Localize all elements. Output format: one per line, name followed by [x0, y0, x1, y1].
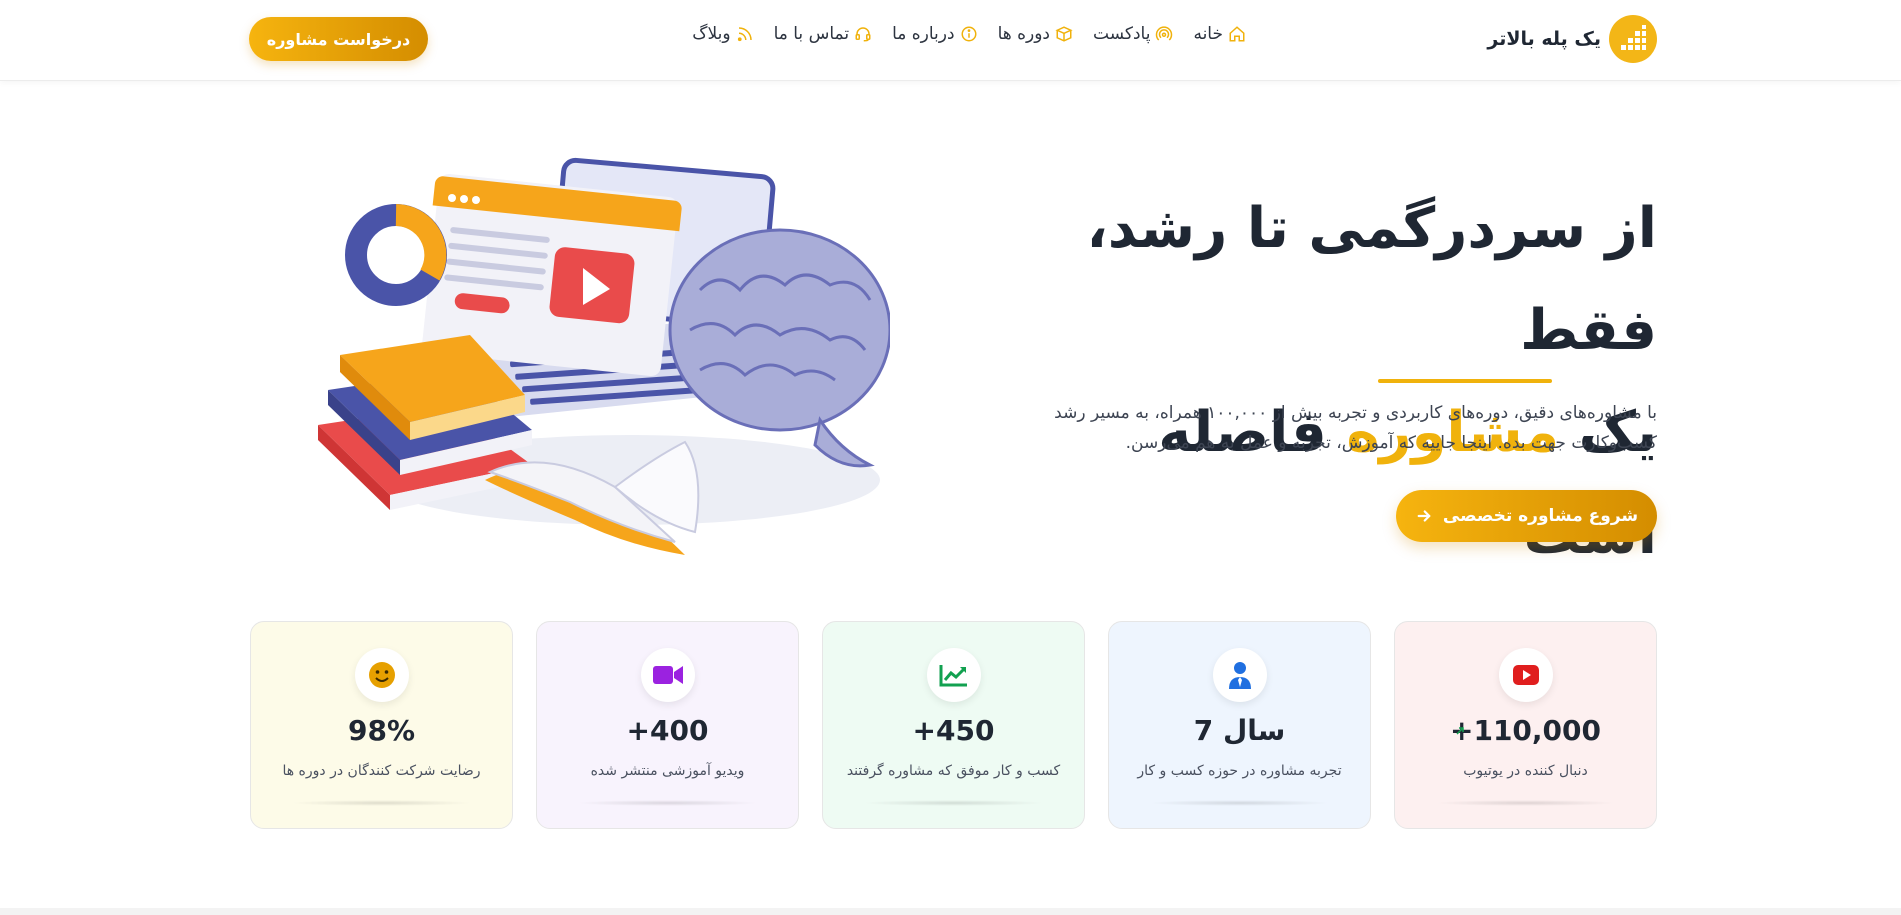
nav-label: وبلاگ: [692, 24, 731, 44]
hero-illustration: [318, 157, 890, 555]
nav-label: خانه: [1193, 24, 1223, 44]
brain-icon: [668, 228, 890, 468]
card-shadow: [1149, 800, 1330, 806]
nav-item-courses[interactable]: دوره ها: [998, 24, 1073, 44]
trend-up-icon: [1456, 727, 1464, 735]
donut-chart-icon: [345, 204, 447, 306]
user-tie-icon: [1212, 648, 1267, 702]
nav-label: پادکست: [1093, 24, 1151, 44]
youtube-icon: [1498, 648, 1553, 702]
hero-description: با مشاوره‌های دقیق، دوره‌های کاربردی و ت…: [1054, 403, 1657, 453]
podcast-icon: [1156, 26, 1173, 41]
stat-card-videos: +400 ویدیو آموزشی منتشر شده: [536, 621, 799, 829]
stat-card-satisfaction: 98% رضایت شرکت کنندگان در دوره ها: [250, 621, 513, 829]
stat-value: 7 سال: [1193, 714, 1286, 747]
hero-title-line1: از سردرگمی تا رشد، فقط: [1086, 196, 1657, 363]
arrow-right-icon: [1417, 510, 1431, 522]
rss-icon: [737, 27, 752, 42]
stat-card-experience: 7 سال تجربه مشاوره در حوزه کسب و کار: [1108, 621, 1371, 829]
box-icon: [1055, 26, 1073, 42]
stat-label: کسب و کار موفق که مشاوره گرفتند: [846, 763, 1061, 779]
video-camera-icon: [640, 648, 695, 702]
nav-item-contact[interactable]: تماس با ما: [774, 24, 873, 44]
site-header: یک پله بالاتر خانه پادکست دوره ها درباره…: [0, 0, 1901, 81]
nav-label: درباره ما: [892, 24, 955, 44]
stat-value: +400: [626, 714, 709, 747]
stats-section: +110,000 دنبال کننده در یوتیوب 7 سال تجر…: [249, 621, 1657, 829]
card-shadow: [863, 800, 1044, 806]
start-consultation-label: شروع مشاوره تخصصی: [1442, 506, 1639, 526]
nav-item-podcast[interactable]: پادکست: [1093, 24, 1173, 44]
nav-label: دوره ها: [997, 24, 1051, 44]
brand-name: یک پله بالاتر: [1487, 28, 1601, 50]
info-icon: [961, 26, 977, 42]
page-bottom-divider: [0, 908, 1901, 915]
stat-label: دنبال کننده در یوتیوب: [1463, 763, 1588, 779]
stat-value: 98%: [347, 714, 416, 747]
card-shadow: [1435, 800, 1616, 806]
nav-item-blog[interactable]: وبلاگ: [692, 24, 753, 44]
card-shadow: [291, 800, 472, 806]
stat-label: ویدیو آموزشی منتشر شده: [590, 763, 745, 779]
request-consultation-button[interactable]: درخواست مشاوره: [249, 17, 428, 61]
start-consultation-button[interactable]: شروع مشاوره تخصصی: [1396, 490, 1657, 542]
main-nav: خانه پادکست دوره ها درباره ما تماس با ما…: [692, 24, 1246, 44]
headset-icon: [855, 27, 871, 42]
stat-card-youtube: +110,000 دنبال کننده در یوتیوب: [1394, 621, 1657, 829]
nav-item-about[interactable]: درباره ما: [892, 24, 978, 44]
nav-label: تماس با ما: [773, 24, 850, 44]
stat-value: +450: [912, 714, 995, 747]
brand-logo-icon: [1609, 15, 1657, 63]
home-icon: [1229, 26, 1245, 42]
stat-value: +110,000: [1450, 714, 1601, 747]
smile-icon: [354, 648, 409, 702]
brand[interactable]: یک پله بالاتر: [1487, 15, 1657, 63]
title-accent-underline: [1378, 379, 1552, 383]
chart-up-icon: [926, 648, 981, 702]
card-shadow: [577, 800, 758, 806]
stat-label: رضایت شرکت کنندگان در دوره ها: [282, 763, 481, 779]
nav-item-home[interactable]: خانه: [1193, 24, 1246, 44]
stat-label: تجربه مشاوره در حوزه کسب و کار: [1137, 763, 1342, 779]
stat-card-businesses: +450 کسب و کار موفق که مشاوره گرفتند: [822, 621, 1085, 829]
